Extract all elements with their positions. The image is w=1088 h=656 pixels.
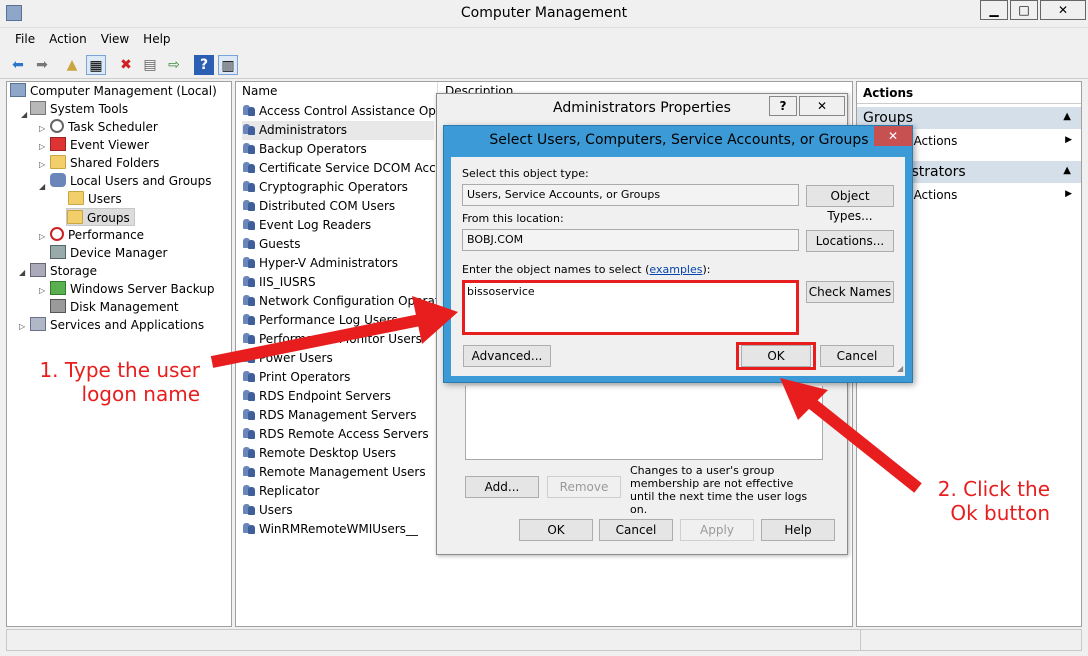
annotation-step1: 1. Type the user logon name bbox=[39, 358, 200, 406]
arrow-to-ok bbox=[806, 397, 922, 493]
annotation-step2: 2. Click the Ok button bbox=[937, 477, 1050, 525]
arrow-to-input bbox=[210, 314, 422, 368]
arrow-head-input bbox=[412, 296, 458, 344]
annotation-arrows bbox=[210, 296, 922, 493]
